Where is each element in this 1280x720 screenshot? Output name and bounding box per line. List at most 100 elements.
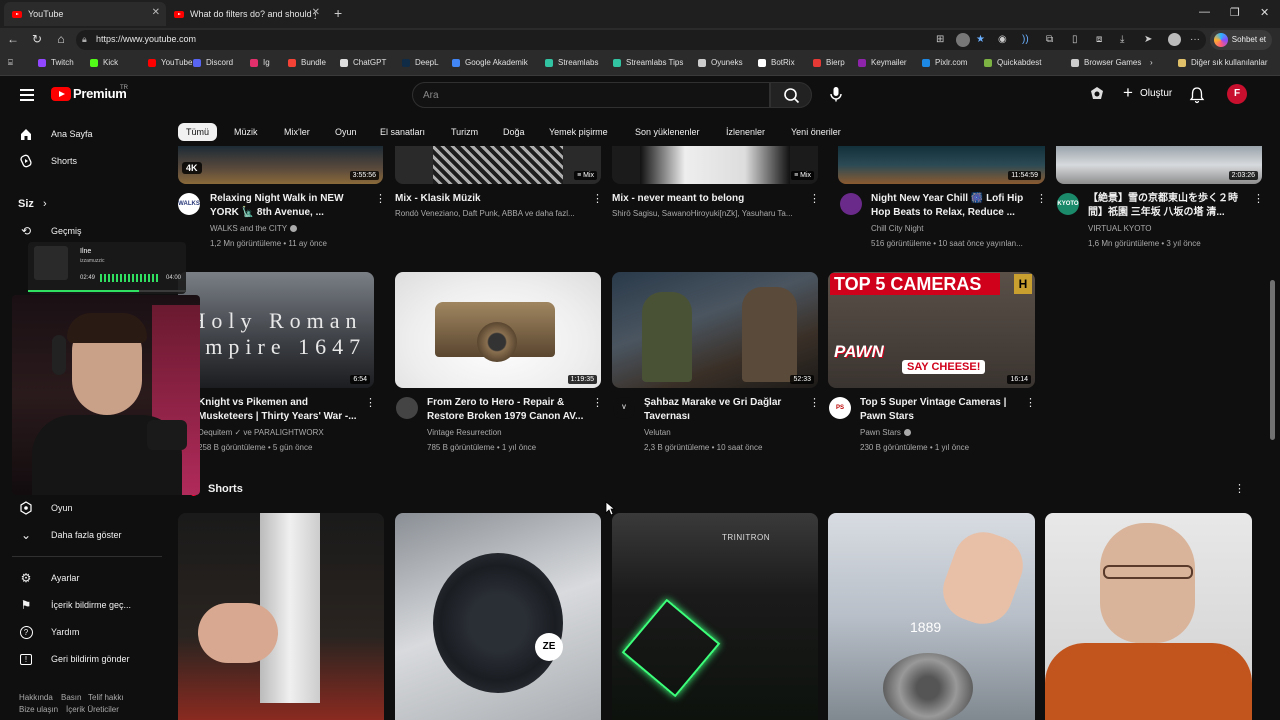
create-button[interactable]: Oluştur <box>1116 80 1182 107</box>
channel-name[interactable]: Chill City Night <box>871 224 1031 233</box>
sidebar-item-feedback[interactable]: ! Geri bildirim gönder <box>18 649 130 669</box>
bookmark-deepl[interactable]: DeepL <box>402 58 439 67</box>
channel-name[interactable]: Velutan <box>644 428 804 437</box>
read-aloud-icon[interactable]: )) <box>1022 34 1029 45</box>
chip-all[interactable]: Tümü <box>178 123 218 141</box>
back-icon[interactable]: ← <box>5 32 21 46</box>
sidebar-item-report-history[interactable]: ⚑ İçerik bildirme geç... <box>18 595 131 615</box>
video-more-options-icon[interactable] <box>365 396 373 410</box>
channel-name[interactable]: VIRTUAL KYOTO <box>1088 224 1248 233</box>
youtube-logo-icon[interactable] <box>51 87 71 101</box>
copilot-chat-button[interactable]: Sohbet et <box>1209 30 1272 50</box>
more-bookmarks-chevron-icon[interactable]: › <box>1150 58 1153 67</box>
video-title[interactable]: 【絶景】雪の京都東山を歩く２時間】祇園 三年坂 八坂の塔 清... <box>1088 192 1248 220</box>
menu-hamburger-icon[interactable] <box>20 89 34 101</box>
bookmark-discord[interactable]: Discord <box>193 58 233 67</box>
footer-link-about[interactable]: Hakkında <box>19 693 53 702</box>
short-thumbnail[interactable]: TRINITRON <box>612 513 818 720</box>
video-title[interactable]: Night New Year Chill 🎆 Lofi Hip Hop Beat… <box>871 192 1031 220</box>
short-thumbnail[interactable]: ZE <box>395 513 601 720</box>
video-thumbnail[interactable]: 1:19:35 <box>395 272 601 388</box>
channel-avatar[interactable]: V <box>613 397 635 419</box>
mix-thumbnail[interactable]: ≡ Mix <box>395 146 601 184</box>
chip-music[interactable]: Müzik <box>226 123 266 141</box>
video-title[interactable]: Mix - never meant to belong <box>612 192 792 206</box>
chip-mixes[interactable]: Mix'ler <box>276 123 318 141</box>
video-title[interactable]: From Zero to Hero - Repair & Restore Bro… <box>427 396 587 424</box>
video-more-options-icon[interactable] <box>375 192 383 206</box>
bookmark-botrix[interactable]: BotRix <box>758 58 795 67</box>
maximize-icon[interactable]: ❐ <box>1230 6 1240 19</box>
chip-crafts[interactable]: El sanatları <box>372 123 433 141</box>
footer-link-creators[interactable]: İçerik Üreticiler <box>66 705 119 714</box>
video-thumbnail[interactable]: 52:33 <box>612 272 818 388</box>
bookmark-kick[interactable]: Kick <box>90 58 118 67</box>
shorts-more-options-icon[interactable] <box>1234 482 1242 496</box>
bookmark-streamlabs[interactable]: Streamlabs <box>545 58 598 67</box>
gamepad-icon[interactable]: ◉ <box>998 34 1007 45</box>
kick-extension-icon[interactable] <box>1088 85 1106 108</box>
video-more-options-icon[interactable] <box>809 192 817 206</box>
reload-icon[interactable]: ↻ <box>29 32 45 46</box>
chip-watched[interactable]: İzlenenler <box>718 123 773 141</box>
sidebar-show-more[interactable]: ⌄ Daha fazla göster <box>18 525 122 545</box>
chip-recently-uploaded[interactable]: Son yüklenenler <box>627 123 708 141</box>
sidebar-item-gaming[interactable]: Oyun <box>18 498 73 518</box>
video-more-options-icon[interactable] <box>1025 396 1033 410</box>
bookmark-browser-games[interactable]: Browser Games <box>1071 58 1141 67</box>
video-thumbnail[interactable]: TOP 5 CAMERAS H PAWN SAY CHEESE! 16:14 <box>828 272 1035 388</box>
bookmark-ig[interactable]: Ig <box>250 58 270 67</box>
video-title[interactable]: Mix - Klasik Müzik <box>395 192 575 206</box>
home-icon[interactable]: ⌂ <box>53 32 69 46</box>
short-thumbnail[interactable]: 1889 <box>828 513 1035 720</box>
channel-name[interactable]: Pawn Stars <box>860 428 1020 437</box>
favorite-star-icon[interactable]: ★ <box>976 34 985 45</box>
account-avatar[interactable]: F <box>1227 84 1247 104</box>
download-icon[interactable]: ⤓ <box>1120 34 1124 45</box>
video-thumbnail[interactable]: 2:03:26 <box>1056 146 1262 184</box>
tab-youtube[interactable]: YouTube ✕ <box>4 2 166 26</box>
channel-name[interactable]: Dequitem ✓ ve PARALIGHTWORX <box>198 428 368 437</box>
sidebar-item-shorts[interactable]: Shorts <box>18 151 77 171</box>
close-window-icon[interactable]: ✕ <box>1260 6 1269 19</box>
channel-avatar[interactable] <box>396 397 418 419</box>
video-thumbnail[interactable]: Holy Roman Empire 1647 6:54 <box>178 272 374 388</box>
extensions-icon[interactable]: ⧉ <box>1046 34 1053 45</box>
search-input[interactable] <box>423 87 753 103</box>
premium-brand[interactable]: Premium <box>73 86 127 101</box>
more-options-icon[interactable]: ··· <box>1190 34 1200 45</box>
video-thumbnail[interactable]: 4K 3:55:56 <box>178 146 383 184</box>
url-field[interactable]: 🔒︎ https://www.youtube.com ⊞ ★ ◉ )) ⧉ ▯ … <box>76 30 1206 50</box>
bookmarks-menu-icon[interactable]: ⌸ <box>8 58 13 68</box>
chip-new-to-you[interactable]: Yeni öneriler <box>783 123 849 141</box>
short-thumbnail[interactable] <box>178 513 384 720</box>
mix-thumbnail[interactable]: ≡ Mix <box>612 146 818 184</box>
video-title[interactable]: Relaxing Night Walk in NEW YORK 🗽 8th Av… <box>210 192 368 220</box>
bookmark-google-akademik[interactable]: Google Akademik <box>452 58 528 67</box>
sidebar-you-heading[interactable]: Siz › <box>18 198 47 210</box>
sidebar-item-history[interactable]: ⟲ Geçmiş <box>18 221 82 241</box>
video-more-options-icon[interactable] <box>592 396 600 410</box>
page-scrollbar-thumb[interactable] <box>1270 280 1275 440</box>
video-more-options-icon[interactable] <box>592 192 600 206</box>
chip-cooking[interactable]: Yemek pişirme <box>541 123 616 141</box>
chip-tourism[interactable]: Turizm <box>443 123 486 141</box>
chip-gaming[interactable]: Oyun <box>327 123 365 141</box>
collections-icon[interactable]: ⧈ <box>1096 34 1102 45</box>
channel-name[interactable]: Vintage Resurrection <box>427 428 587 437</box>
channel-avatar[interactable] <box>840 193 862 215</box>
bookmark-bierp[interactable]: Bierp <box>813 58 845 67</box>
bookmark-streamlabs-tips[interactable]: Streamlabs Tips <box>613 58 683 67</box>
bookmark-quickabdest[interactable]: Quickabdest <box>984 58 1041 67</box>
channel-avatar[interactable]: WALKS <box>178 193 200 215</box>
split-screen-icon[interactable]: ▯ <box>1072 34 1078 45</box>
sidebar-item-settings[interactable]: ⚙ Ayarlar <box>18 568 80 588</box>
search-button[interactable] <box>770 82 812 108</box>
bookmark-pixlr-com[interactable]: Pixlr.com <box>922 58 967 67</box>
bookmark-twitch[interactable]: Twitch <box>38 58 74 67</box>
new-tab-icon[interactable]: + <box>334 5 342 21</box>
minimize-icon[interactable]: — <box>1199 6 1210 18</box>
share-icon[interactable]: ➤ <box>1144 34 1152 45</box>
sidebar-item-home[interactable]: Ana Sayfa <box>18 124 93 144</box>
close-tab-icon[interactable]: ✕ <box>312 7 320 18</box>
